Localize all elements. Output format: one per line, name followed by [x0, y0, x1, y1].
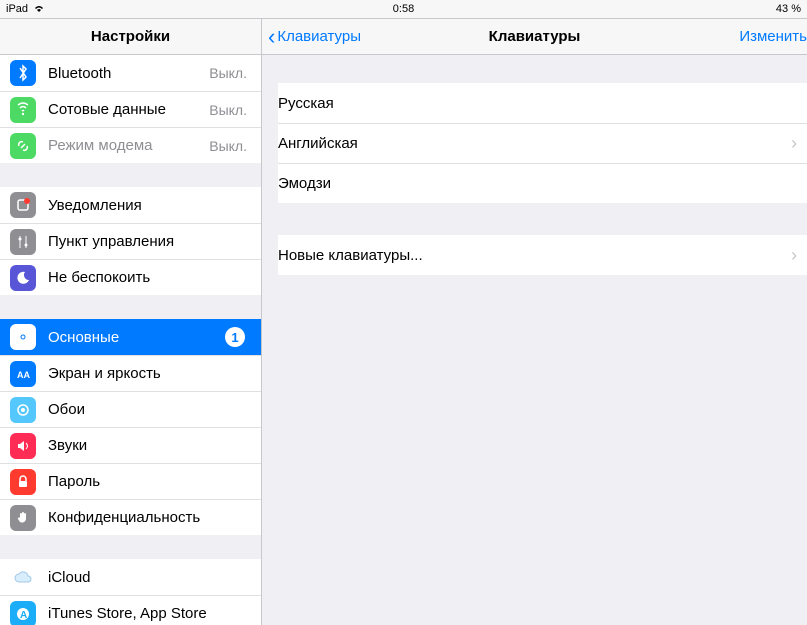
- sidebar-title: Настройки: [0, 19, 261, 55]
- cloud-icon: [10, 564, 36, 590]
- sidebar-item-label: Пароль: [48, 473, 251, 490]
- svg-text:A: A: [20, 610, 27, 621]
- sidebar-item-display[interactable]: AA Экран и яркость: [0, 355, 261, 391]
- back-label: Клавиатуры: [277, 28, 361, 45]
- settings-sidebar: Настройки BluetoothВыкл.Сотовые данныеВы…: [0, 19, 262, 625]
- chevron-left-icon: ‹: [268, 26, 275, 48]
- detail-header: ‹ Клавиатуры Клавиатуры Изменить: [262, 19, 807, 55]
- sidebar-item-bluetooth[interactable]: BluetoothВыкл.: [0, 55, 261, 91]
- chevron-right-icon: ›: [791, 245, 797, 266]
- sidebar-item-passcode[interactable]: Пароль: [0, 463, 261, 499]
- sidebar-item-cellular[interactable]: Сотовые данныеВыкл.: [0, 91, 261, 127]
- bluetooth-icon: [10, 60, 36, 86]
- sidebar-item-appstore[interactable]: AiTunes Store, App Store: [0, 595, 261, 625]
- device-label: iPad: [6, 3, 28, 15]
- clock: 0:58: [0, 3, 807, 15]
- detail-pane: ‹ Клавиатуры Клавиатуры Изменить Русская…: [262, 19, 807, 625]
- sidebar-item-general[interactable]: Основные1: [0, 319, 261, 355]
- sidebar-item-wallpaper[interactable]: Обои: [0, 391, 261, 427]
- back-button[interactable]: ‹ Клавиатуры: [262, 26, 361, 48]
- link-icon: [10, 133, 36, 159]
- sidebar-item-notifications[interactable]: Уведомления: [0, 187, 261, 223]
- chevron-right-icon: ›: [791, 133, 797, 154]
- appstore-icon: A: [10, 601, 36, 625]
- sidebar-item-hotspot[interactable]: Режим модемаВыкл.: [0, 127, 261, 163]
- sidebar-item-label: Обои: [48, 401, 251, 418]
- sidebar-item-label: Основные: [48, 329, 225, 346]
- sound-icon: [10, 433, 36, 459]
- keyboard-row-label: Эмодзи: [278, 175, 797, 192]
- sidebar-item-value: Выкл.: [209, 65, 251, 81]
- keyboard-row-label: Новые клавиатуры...: [278, 247, 791, 264]
- sidebar-item-label: iTunes Store, App Store: [48, 605, 251, 622]
- edit-button[interactable]: Изменить: [739, 28, 807, 45]
- sidebar-item-label: Конфиденциальность: [48, 509, 251, 526]
- wifi-icon: [33, 3, 45, 16]
- hand-icon: [10, 505, 36, 531]
- sidebar-item-label: Не беспокоить: [48, 269, 251, 286]
- sidebar-item-control-center[interactable]: Пункт управления: [0, 223, 261, 259]
- battery-label: 43 %: [776, 3, 801, 15]
- lock-icon: [10, 469, 36, 495]
- keyboard-row[interactable]: Русская: [278, 83, 807, 123]
- display-icon: AA: [10, 361, 36, 387]
- sidebar-item-label: Звуки: [48, 437, 251, 454]
- sidebar-item-privacy[interactable]: Конфиденциальность: [0, 499, 261, 535]
- wallpaper-icon: [10, 397, 36, 423]
- sidebar-item-label: Режим модема: [48, 137, 209, 154]
- gear-icon: [10, 324, 36, 350]
- keyboard-row[interactable]: Новые клавиатуры...›: [278, 235, 807, 275]
- status-bar: iPad 0:58 43 %: [0, 0, 807, 18]
- keyboard-row[interactable]: Эмодзи: [278, 163, 807, 203]
- sidebar-item-label: Сотовые данные: [48, 101, 209, 118]
- sidebar-item-value: Выкл.: [209, 138, 251, 154]
- sidebar-item-label: Пункт управления: [48, 233, 251, 250]
- sidebar-item-label: iCloud: [48, 569, 251, 586]
- sidebar-item-label: Bluetooth: [48, 65, 209, 82]
- sidebar-item-value: Выкл.: [209, 102, 251, 118]
- keyboard-row-label: Русская: [278, 95, 797, 112]
- moon-icon: [10, 265, 36, 291]
- sidebar-item-icloud[interactable]: iCloud: [0, 559, 261, 595]
- notify-icon: [10, 192, 36, 218]
- svg-text:AA: AA: [17, 370, 30, 380]
- badge: 1: [225, 327, 245, 347]
- control-icon: [10, 229, 36, 255]
- sidebar-item-sounds[interactable]: Звуки: [0, 427, 261, 463]
- sidebar-item-label: Экран и яркость: [48, 365, 251, 382]
- sidebar-item-dnd[interactable]: Не беспокоить: [0, 259, 261, 295]
- sidebar-item-label: Уведомления: [48, 197, 251, 214]
- keyboard-row[interactable]: Английская›: [278, 123, 807, 163]
- keyboard-row-label: Английская: [278, 135, 791, 152]
- cellular-icon: [10, 97, 36, 123]
